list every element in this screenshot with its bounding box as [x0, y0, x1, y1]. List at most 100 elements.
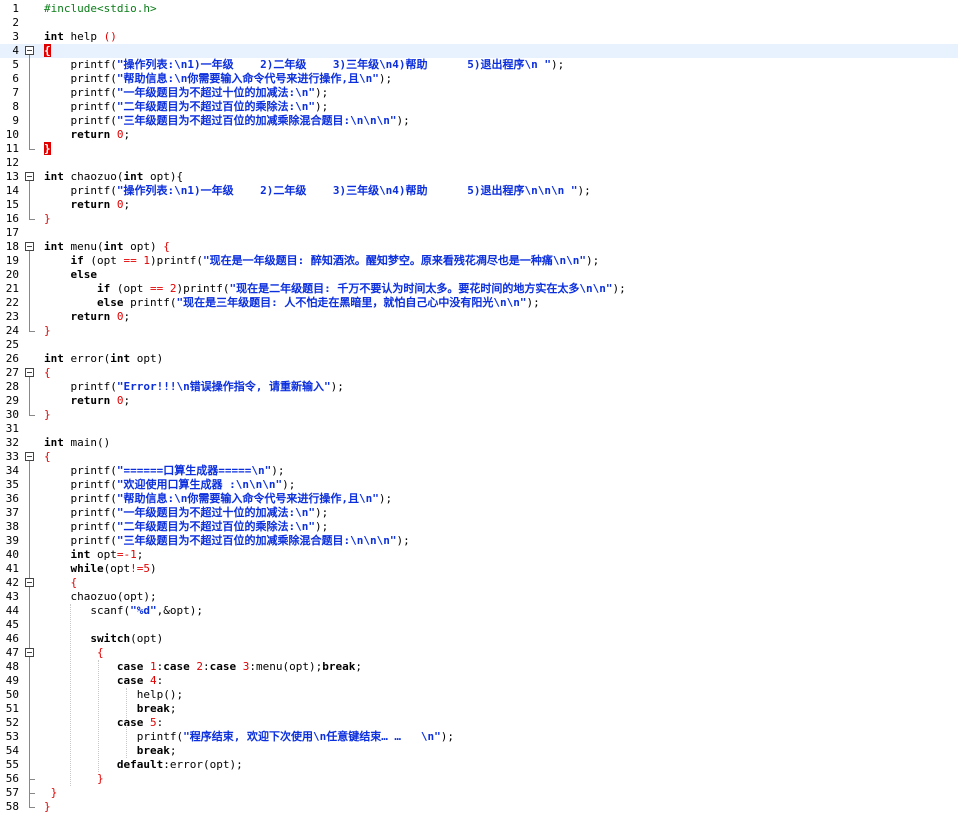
line-number: 14 [5, 184, 19, 197]
code-token: "二年级题目为不超过百位的乘除法:\n" [116, 520, 315, 533]
code-line[interactable]: 20 else [0, 268, 958, 282]
code-line[interactable]: 5 printf("操作列表:\n1)一年级 2)二年级 3)三年级\n4)帮助… [0, 58, 958, 72]
code-line[interactable]: 39 printf("三年级题目为不超过百位的加减乘除混合题目:\n\n\n")… [0, 534, 958, 548]
code-line[interactable]: 46 switch(opt) [0, 632, 958, 646]
code-line[interactable]: 48 case 1:case 2:case 3:menu(opt);break; [0, 660, 958, 674]
code-editor[interactable]: 1 #include<stdio.h> 2 3 int help () 4{5 print… [0, 0, 958, 817]
fold-end-marker [29, 800, 35, 808]
code-line[interactable]: 2 [0, 16, 958, 30]
code-line[interactable]: 1 #include<stdio.h> [0, 2, 958, 16]
code-line[interactable]: 44 scanf("%d",&opt); [0, 604, 958, 618]
code-line[interactable]: 29 return 0; [0, 394, 958, 408]
line-number: 42 [5, 576, 19, 589]
code-line[interactable]: 49 case 4: [0, 674, 958, 688]
code-line[interactable]: 43 chaozuo(opt); [0, 590, 958, 604]
code-line[interactable]: 55 default:error(opt); [0, 758, 958, 772]
code-line[interactable]: 40 int opt=-1; [0, 548, 958, 562]
code-line[interactable]: 24} [0, 324, 958, 338]
code-line[interactable]: 16} [0, 212, 958, 226]
code-token: return [70, 310, 111, 323]
code-line[interactable]: 8 printf("二年级题目为不超过百位的乘除法:\n"); [0, 100, 958, 114]
code-line[interactable]: 4{ [0, 44, 958, 58]
fold-guide-line [29, 660, 30, 674]
code-token: return [70, 198, 111, 211]
code-line[interactable]: 7 printf("一年级题目为不超过十位的加减法:\n"); [0, 86, 958, 100]
code-line[interactable]: 41 while(opt!=5) [0, 562, 958, 576]
code-line[interactable]: 52 case 5: [0, 716, 958, 730]
code-line[interactable]: 51 break; [0, 702, 958, 716]
code-line[interactable]: 34 printf("======口算生成器=====\n"); [0, 464, 958, 478]
fold-collapse-icon[interactable] [25, 648, 34, 657]
code-line[interactable]: 18 int menu(int opt) { [0, 240, 958, 254]
code-line[interactable]: 36 printf("帮助信息:\n你需要输入命令代号来进行操作,且\n"); [0, 492, 958, 506]
code-line[interactable]: 19 if (opt == 1)printf("现在是一年级题目: 醉知酒浓。醒… [0, 254, 958, 268]
code-line[interactable]: 17 [0, 226, 958, 240]
fold-guide-line [29, 128, 30, 142]
code-line[interactable]: 32 int main() [0, 436, 958, 450]
code-text: { [44, 576, 78, 590]
code-line[interactable]: 10 return 0; [0, 128, 958, 142]
line-number: 51 [5, 702, 19, 715]
code-line[interactable]: 27 { [0, 366, 958, 380]
code-line[interactable]: 25 [0, 338, 958, 352]
fold-collapse-icon[interactable] [25, 368, 34, 377]
code-line[interactable]: 9 printf("三年级题目为不超过百位的加减乘除混合题目:\n\n\n"); [0, 114, 958, 128]
code-text: break; [44, 744, 177, 758]
code-line[interactable]: 15 return 0; [0, 198, 958, 212]
code-line[interactable]: 13 int chaozuo(int opt){ [0, 170, 958, 184]
code-token: != [130, 562, 144, 575]
fold-collapse-icon[interactable] [25, 172, 34, 181]
fold-collapse-icon[interactable] [25, 46, 34, 55]
code-text: return 0; [44, 310, 131, 324]
code-line[interactable]: 26 int error(int opt) [0, 352, 958, 366]
code-token: printf( [44, 58, 117, 71]
code-line[interactable]: 14 printf("操作列表:\n1)一年级 2)二年级 3)三年级\n4)帮… [0, 184, 958, 198]
line-number: 36 [5, 492, 19, 505]
code-line[interactable]: 47 { [0, 646, 958, 660]
code-token: int [44, 240, 64, 253]
code-line[interactable]: 31 [0, 422, 958, 436]
line-number: 44 [5, 604, 19, 617]
code-line[interactable]: 35 printf("欢迎使用口算生成器 :\n\n\n"); [0, 478, 958, 492]
code-line[interactable]: 23 return 0; [0, 310, 958, 324]
code-line[interactable]: 30} [0, 408, 958, 422]
code-token: ; [123, 198, 131, 211]
code-token: { [96, 646, 104, 659]
code-line[interactable]: 28 printf("Error!!!\n错误操作指令, 请重新输入"); [0, 380, 958, 394]
code-line[interactable]: 57 } [0, 786, 958, 800]
code-line[interactable]: 42 { [0, 576, 958, 590]
code-text: return 0; [44, 128, 131, 142]
code-line[interactable]: 3 int help () [0, 30, 958, 44]
code-line[interactable]: 58} [0, 800, 958, 814]
fold-guide-line [29, 86, 30, 100]
code-token: menu( [63, 240, 104, 253]
fold-collapse-icon[interactable] [25, 578, 34, 587]
line-number: 13 [5, 170, 19, 183]
code-line[interactable]: 53 printf("程序结束, 欢迎下次使用\n任意键结束… … \n"); [0, 730, 958, 744]
fold-guide-line [29, 198, 30, 212]
code-line[interactable]: 54 break; [0, 744, 958, 758]
code-token: } [44, 408, 51, 421]
code-token: printf( [44, 534, 117, 547]
line-number: 15 [5, 198, 19, 211]
fold-collapse-icon[interactable] [25, 452, 34, 461]
code-line[interactable]: 56 } [0, 772, 958, 786]
fold-collapse-icon[interactable] [25, 242, 34, 251]
code-line[interactable]: 45 [0, 618, 958, 632]
code-token: printf( [44, 520, 117, 533]
code-text: { [44, 44, 51, 58]
fold-guide-line [29, 268, 30, 282]
code-token: ; [136, 548, 144, 561]
code-line[interactable]: 21 if (opt == 2)printf("现在是二年级题目: 千万不要认为… [0, 282, 958, 296]
code-line[interactable]: 6 printf("帮助信息:\n你需要输入命令代号来进行操作,且\n"); [0, 72, 958, 86]
code-line[interactable]: 37 printf("一年级题目为不超过十位的加减法:\n"); [0, 506, 958, 520]
line-number: 1 [12, 2, 19, 15]
code-line[interactable]: 50 help(); [0, 688, 958, 702]
code-line[interactable]: 11} [0, 142, 958, 156]
code-line[interactable]: 12 [0, 156, 958, 170]
code-line[interactable]: 33 { [0, 450, 958, 464]
code-line[interactable]: 38 printf("二年级题目为不超过百位的乘除法:\n"); [0, 520, 958, 534]
code-line[interactable]: 22 else printf("现在是三年级题目: 人不怕走在黑暗里，就怕自己心… [0, 296, 958, 310]
code-token: int [44, 30, 64, 43]
